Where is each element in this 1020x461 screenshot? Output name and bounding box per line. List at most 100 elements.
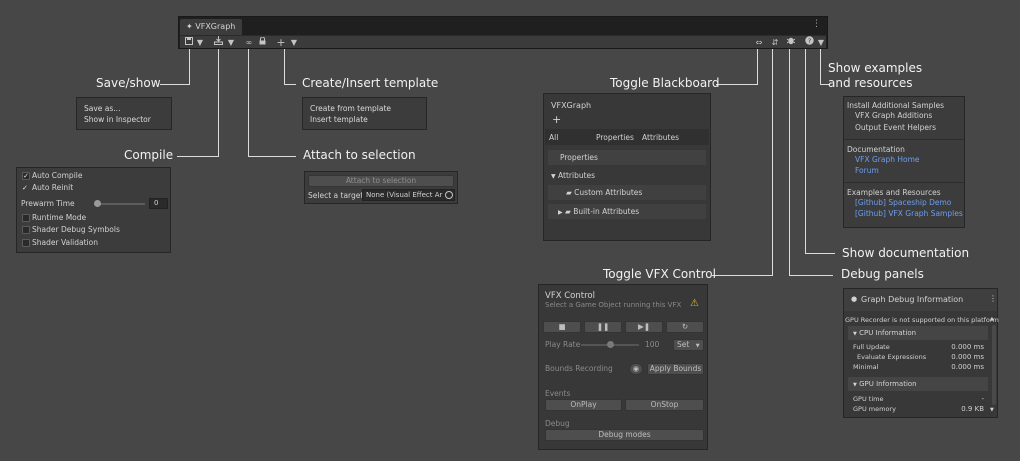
- gpu-section-header[interactable]: ▼ GPU Information: [848, 377, 988, 391]
- connector-vfx-control: [712, 275, 773, 276]
- on-stop-button[interactable]: OnStop: [625, 399, 704, 411]
- vfx-graph-home-link[interactable]: VFX Graph Home: [855, 155, 920, 164]
- shader-validation-checkbox[interactable]: [22, 239, 30, 247]
- blackboard-add-button[interactable]: +: [552, 113, 561, 126]
- debug-panel-scrollbar[interactable]: [992, 325, 996, 405]
- auto-reinit-label[interactable]: Auto Reinit: [32, 183, 73, 192]
- insert-template-item[interactable]: Insert template: [310, 115, 368, 124]
- chevron-down-icon[interactable]: ▼: [196, 36, 204, 49]
- play-rate-label: Play Rate: [545, 340, 581, 349]
- stop-button[interactable]: ■: [543, 321, 581, 333]
- prewarm-value-field[interactable]: 0: [149, 198, 168, 209]
- object-picker-icon[interactable]: [445, 191, 453, 199]
- step-button[interactable]: ▶❚: [625, 321, 663, 333]
- vfx-graph-samples-link[interactable]: [Github] VFX Graph Samples: [855, 209, 963, 218]
- debug-modes-button[interactable]: Debug modes: [545, 429, 704, 441]
- attach-to-selection-button[interactable]: Attach to selection: [308, 175, 454, 187]
- window-tab[interactable]: ✦ VFXGraph: [180, 19, 243, 35]
- connector-vfx-control: [772, 49, 773, 276]
- on-play-button[interactable]: OnPlay: [545, 399, 622, 411]
- create-from-template-item[interactable]: Create from template: [310, 104, 391, 113]
- blackboard-icon[interactable]: ⇔: [753, 36, 765, 49]
- callout-examples-line1: Show examples: [828, 61, 923, 75]
- connector-blackboard: [757, 49, 758, 85]
- scroll-up-icon[interactable]: ▲: [990, 316, 994, 322]
- cpu-row-label: Minimal: [853, 363, 879, 371]
- chevron-down-icon[interactable]: ▼: [290, 36, 298, 49]
- cpu-section-header[interactable]: ▼ CPU Information: [848, 326, 988, 340]
- chevron-right-icon: ▶: [558, 209, 563, 216]
- callout-toggle-vfx-control: Toggle VFX Control: [603, 267, 716, 281]
- folder-icon: ▰: [565, 207, 571, 216]
- callout-attach: Attach to selection: [303, 148, 416, 162]
- blackboard-title: VFXGraph: [551, 101, 592, 110]
- help-icon[interactable]: ?: [804, 36, 815, 49]
- target-object-value: None (Visual Effect Ar: [366, 191, 443, 199]
- vfx-control-panel: VFX Control Select a Game Object running…: [538, 284, 708, 450]
- restart-button[interactable]: ↻: [666, 321, 704, 333]
- gpu-row-label: GPU time: [853, 395, 884, 403]
- documentation-header: Documentation: [847, 145, 905, 154]
- auto-compile-label: Auto Compile: [32, 171, 83, 180]
- tab-menu-icon[interactable]: ⋮: [812, 19, 821, 29]
- shader-validation-label: Shader Validation: [32, 238, 98, 247]
- callout-examples: Show examples and resources: [828, 61, 922, 91]
- runtime-mode-checkbox[interactable]: [22, 214, 30, 222]
- save-icon[interactable]: [184, 36, 194, 49]
- spaceship-demo-link[interactable]: [Github] Spaceship Demo: [855, 198, 951, 207]
- play-rate-value[interactable]: 100: [645, 340, 659, 349]
- link-icon[interactable]: ∞: [244, 36, 254, 49]
- play-rate-slider-handle[interactable]: [607, 341, 614, 348]
- debug-panel-menu-icon[interactable]: ⋮: [989, 294, 997, 303]
- callout-toggle-blackboard: Toggle Blackboard: [610, 76, 720, 90]
- prewarm-slider-track[interactable]: [97, 203, 145, 205]
- vfx-graph-additions-item[interactable]: VFX Graph Additions: [855, 111, 932, 120]
- chevron-down-icon: ▼: [853, 382, 857, 388]
- auto-compile-checkbox[interactable]: ✓: [22, 172, 30, 180]
- connector-docs: [805, 49, 806, 254]
- show-in-inspector-item[interactable]: Show in Inspector: [84, 115, 151, 124]
- forum-link[interactable]: Forum: [855, 166, 879, 175]
- callout-save-show: Save/show: [96, 76, 161, 90]
- bug-icon[interactable]: [786, 36, 796, 49]
- template-menu: Create from template Insert template: [302, 97, 427, 130]
- save-as-item[interactable]: Save as...: [84, 104, 120, 113]
- chevron-down-icon[interactable]: ▼: [227, 36, 235, 49]
- cpu-row-label: Full Update: [853, 343, 890, 351]
- apply-bounds-button[interactable]: Apply Bounds: [647, 363, 704, 375]
- attributes-label: Attributes: [558, 171, 596, 180]
- attributes-section[interactable]: ▼ Attributes: [548, 168, 708, 183]
- help-menu-divider: [844, 139, 964, 140]
- vfx-control-icon[interactable]: ⇵: [770, 36, 780, 49]
- properties-section[interactable]: Properties: [548, 150, 706, 165]
- bug-icon: ●: [851, 295, 858, 303]
- record-bounds-button[interactable]: ◉: [629, 363, 643, 375]
- lock-icon[interactable]: [257, 36, 267, 49]
- scroll-down-icon[interactable]: ▼: [990, 407, 994, 413]
- plus-icon[interactable]: +: [276, 36, 286, 49]
- custom-attributes-row[interactable]: ▰ Custom Attributes: [548, 185, 706, 200]
- gpu-info-label: GPU Information: [859, 380, 917, 388]
- blackboard-panel: VFXGraph + All Properties Attributes Pro…: [543, 93, 711, 241]
- tab-all[interactable]: All: [549, 133, 558, 142]
- check-icon: ✓: [22, 184, 28, 192]
- chevron-down-icon[interactable]: ▼: [817, 36, 825, 49]
- connector-attach: [248, 156, 296, 157]
- runtime-mode-label: Runtime Mode: [32, 213, 87, 222]
- connector-compile: [218, 49, 219, 157]
- shader-debug-checkbox[interactable]: [22, 226, 30, 234]
- output-event-helpers-item[interactable]: Output Event Helpers: [855, 123, 936, 132]
- compile-icon[interactable]: [213, 36, 224, 49]
- connector-docs: [805, 253, 835, 254]
- graph-debug-panel: ● Graph Debug Information ⋮ GPU Recorder…: [843, 288, 999, 418]
- events-label: Events: [545, 389, 571, 398]
- prewarm-slider-handle[interactable]: [94, 200, 101, 207]
- connector-compile: [177, 156, 219, 157]
- tab-properties[interactable]: Properties: [596, 133, 634, 142]
- chevron-down-icon: ▼: [853, 331, 857, 337]
- pause-button[interactable]: ❚❚: [584, 321, 622, 333]
- tab-attributes[interactable]: Attributes: [642, 133, 679, 142]
- target-object-field[interactable]: None (Visual Effect Ar: [362, 189, 455, 201]
- builtin-attributes-row[interactable]: ▶ ▰ Built-in Attributes: [548, 204, 706, 219]
- play-rate-set-dropdown[interactable]: Set ▼: [673, 339, 704, 351]
